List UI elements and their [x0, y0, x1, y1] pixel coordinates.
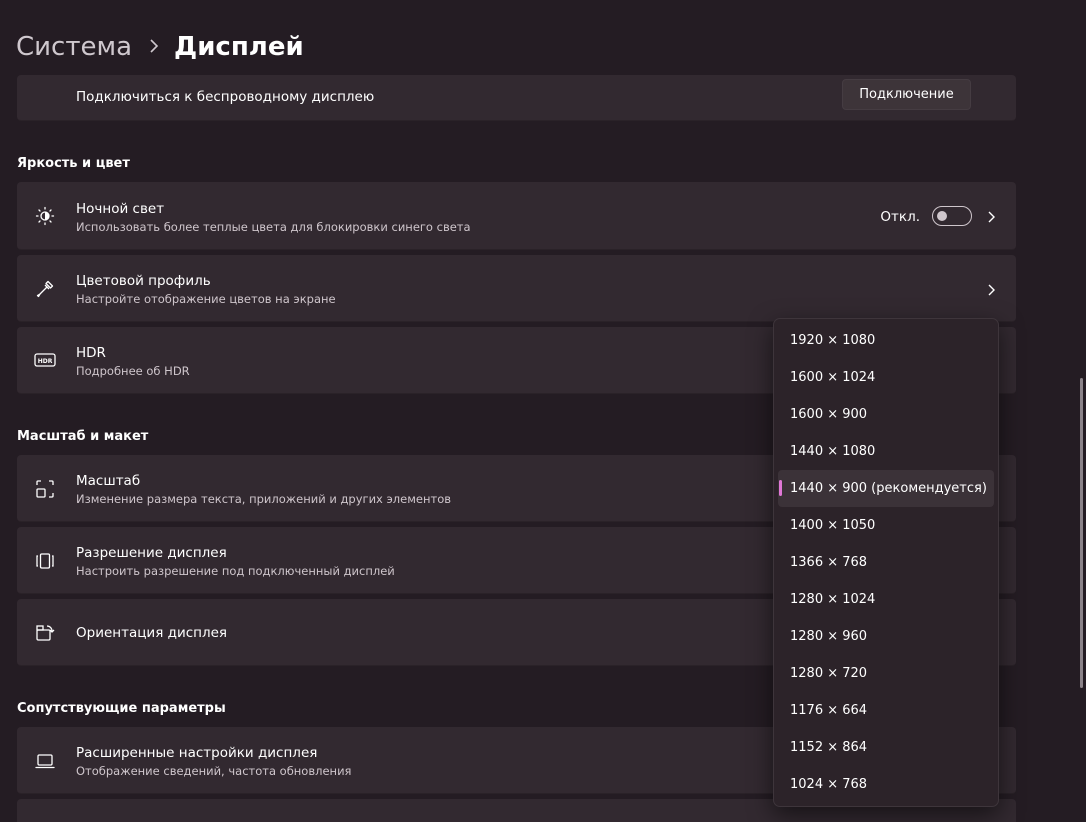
- color-profile-card[interactable]: Цветовой профиль Настройте отображение ц…: [17, 255, 1016, 322]
- advanced-display-subtitle: Отображение сведений, частота обновления: [76, 764, 352, 778]
- wireless-display-title: Подключиться к беспроводному дисплею: [76, 89, 375, 105]
- resolution-option[interactable]: 1176 × 664: [778, 692, 994, 729]
- section-brightness: Яркость и цвет: [17, 156, 130, 171]
- selection-indicator: [779, 480, 782, 496]
- night-light-title: Ночной свет: [76, 201, 165, 217]
- settings-page: Система Дисплей Подключиться к беспровод…: [0, 0, 1086, 822]
- scale-subtitle: Изменение размера текста, приложений и д…: [76, 492, 452, 506]
- orientation-title: Ориентация дисплея: [76, 625, 228, 641]
- chevron-right-icon: [148, 34, 160, 58]
- resolution-subtitle: Настроить разрешение под подключенный ди…: [76, 564, 395, 578]
- section-related: Сопутствующие параметры: [17, 701, 226, 716]
- scale-icon: [34, 478, 56, 500]
- night-light-card[interactable]: Ночной свет Использовать более теплые цв…: [17, 182, 1016, 250]
- chevron-right-icon: [984, 282, 998, 296]
- resolution-option[interactable]: 1366 × 768: [778, 544, 994, 581]
- section-scale-layout: Масштаб и макет: [17, 429, 149, 444]
- svg-text:HDR: HDR: [38, 358, 53, 365]
- toggle-knob: [937, 211, 947, 221]
- brightness-icon: [34, 205, 56, 227]
- scale-title: Масштаб: [76, 473, 141, 489]
- advanced-display-title: Расширенные настройки дисплея: [76, 745, 318, 761]
- laptop-icon: [34, 750, 56, 772]
- breadcrumb: Система Дисплей: [16, 27, 304, 67]
- night-light-subtitle: Использовать более теплые цвета для блок…: [76, 220, 471, 234]
- hdr-title: HDR: [76, 345, 106, 361]
- night-light-toggle[interactable]: [932, 206, 972, 226]
- resolution-option[interactable]: 1024 × 768: [778, 766, 994, 803]
- resolution-option-selected[interactable]: 1440 × 900 (рекомендуется): [778, 470, 994, 507]
- hdr-icon: HDR: [34, 349, 56, 371]
- orientation-icon: [34, 622, 56, 644]
- night-light-state: Откл.: [880, 209, 920, 225]
- resolution-option[interactable]: 1280 × 720: [778, 655, 994, 692]
- resolution-option[interactable]: 1440 × 1080: [778, 433, 994, 470]
- resolution-title: Разрешение дисплея: [76, 545, 227, 561]
- chevron-right-icon: [984, 209, 998, 223]
- resolution-option[interactable]: 1280 × 960: [778, 618, 994, 655]
- color-profile-subtitle: Настройте отображение цветов на экране: [76, 292, 336, 306]
- page-title: Дисплей: [174, 32, 304, 62]
- connect-button[interactable]: Подключение: [842, 79, 971, 110]
- resolution-option[interactable]: 1600 × 1024: [778, 359, 994, 396]
- scrollbar[interactable]: [1080, 378, 1083, 688]
- resolution-option[interactable]: 1600 × 900: [778, 396, 994, 433]
- resolution-option[interactable]: 1152 × 864: [778, 729, 994, 766]
- resolution-icon: [34, 550, 56, 572]
- color-profile-title: Цветовой профиль: [76, 273, 211, 289]
- eyedropper-icon: [34, 278, 56, 300]
- resolution-option[interactable]: 1400 × 1050: [778, 507, 994, 544]
- resolution-option-label: 1440 × 900 (рекомендуется): [790, 481, 987, 496]
- hdr-learn-more-link[interactable]: Подробнее об HDR: [76, 364, 190, 378]
- wireless-display-card: Подключиться к беспроводному дисплею Под…: [17, 75, 1016, 121]
- breadcrumb-parent[interactable]: Система: [16, 32, 132, 62]
- resolution-dropdown: 1920 × 1080 1600 × 1024 1600 × 900 1440 …: [773, 318, 999, 807]
- resolution-option[interactable]: 1280 × 1024: [778, 581, 994, 618]
- resolution-option[interactable]: 1920 × 1080: [778, 322, 994, 359]
